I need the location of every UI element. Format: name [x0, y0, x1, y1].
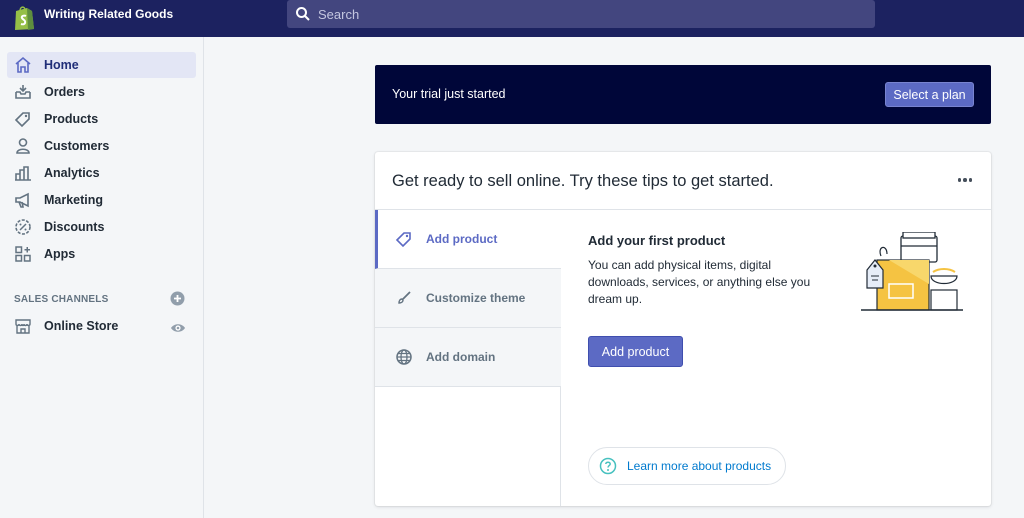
sidebar-item-online-store[interactable]: Online Store [7, 313, 196, 339]
globe-icon [395, 348, 413, 366]
sidebar-item-label: Customers [44, 139, 110, 153]
learn-more-link[interactable]: Learn more about products [588, 447, 786, 485]
search-input[interactable] [318, 6, 858, 22]
tips-tab-list: Add product Customize theme Add domain [375, 210, 561, 506]
sidebar-item-label: Discounts [44, 220, 105, 234]
tab-add-product[interactable]: Add product [375, 210, 561, 269]
help-icon [599, 457, 617, 475]
tab-label: Add product [426, 232, 498, 246]
more-dot-icon [963, 178, 967, 182]
top-bar: Writing Related Goods [0, 0, 1024, 37]
search-icon [296, 7, 310, 21]
store-name[interactable]: Writing Related Goods [44, 0, 173, 28]
tab-label: Add domain [426, 350, 496, 364]
sidebar-item-customers[interactable]: Customers [7, 133, 196, 159]
person-icon [14, 137, 32, 155]
sales-channels-heading: SALES CHANNELS [14, 294, 109, 305]
store-icon [14, 317, 32, 335]
bar-chart-icon [14, 164, 32, 182]
tips-card-title: Get ready to sell online. Try these tips… [392, 172, 774, 190]
sidebar-item-marketing[interactable]: Marketing [7, 187, 196, 213]
tag-icon [395, 230, 413, 248]
tips-card: Get ready to sell online. Try these tips… [375, 152, 991, 506]
discount-icon [14, 218, 32, 236]
trial-banner: Your trial just started Select a plan [375, 65, 991, 124]
tag-icon [14, 110, 32, 128]
sidebar-item-label: Home [44, 58, 79, 72]
tab-add-domain[interactable]: Add domain [375, 328, 561, 387]
more-dot-icon [957, 178, 962, 182]
learn-more-label: Learn more about products [627, 459, 772, 473]
home-icon [14, 56, 32, 74]
tip-description: You can add physical items, digital down… [588, 258, 811, 306]
sidebar-item-label: Apps [44, 247, 76, 261]
add-channel-icon[interactable] [170, 291, 185, 306]
sidebar-item-orders[interactable]: Orders [7, 79, 196, 105]
tips-card-header: Get ready to sell online. Try these tips… [375, 152, 991, 210]
sidebar-item-label: Products [44, 112, 99, 126]
megaphone-icon [14, 191, 32, 209]
shopify-logo-icon[interactable] [13, 4, 35, 31]
sidebar-item-products[interactable]: Products [7, 106, 196, 132]
sidebar-item-analytics[interactable]: Analytics [7, 160, 196, 186]
add-product-button[interactable]: Add product [588, 336, 683, 367]
select-plan-button[interactable]: Select a plan [885, 82, 974, 107]
more-options-button[interactable] [955, 173, 975, 187]
tab-label: Customize theme [426, 291, 526, 305]
sidebar-item-label: Online Store [44, 319, 119, 333]
trial-text: Your trial just started [392, 87, 506, 101]
sidebar-item-apps[interactable]: Apps [7, 241, 196, 267]
sidebar-item-label: Analytics [44, 166, 100, 180]
brush-icon [395, 289, 413, 307]
sidebar-item-discounts[interactable]: Discounts [7, 214, 196, 240]
sidebar-item-label: Marketing [44, 193, 104, 207]
sidebar-item-label: Orders [44, 85, 85, 99]
more-dot-icon [968, 178, 973, 182]
eye-icon[interactable] [170, 321, 186, 335]
sidebar: Home Orders Products Customers Analytics… [0, 37, 204, 518]
sidebar-item-home[interactable]: Home [7, 52, 196, 78]
tab-customize-theme[interactable]: Customize theme [375, 269, 561, 328]
search-bar[interactable] [287, 0, 875, 28]
product-illustration [861, 232, 963, 311]
apps-icon [14, 245, 32, 263]
orders-icon [14, 83, 32, 101]
tip-heading: Add your first product [588, 233, 726, 248]
